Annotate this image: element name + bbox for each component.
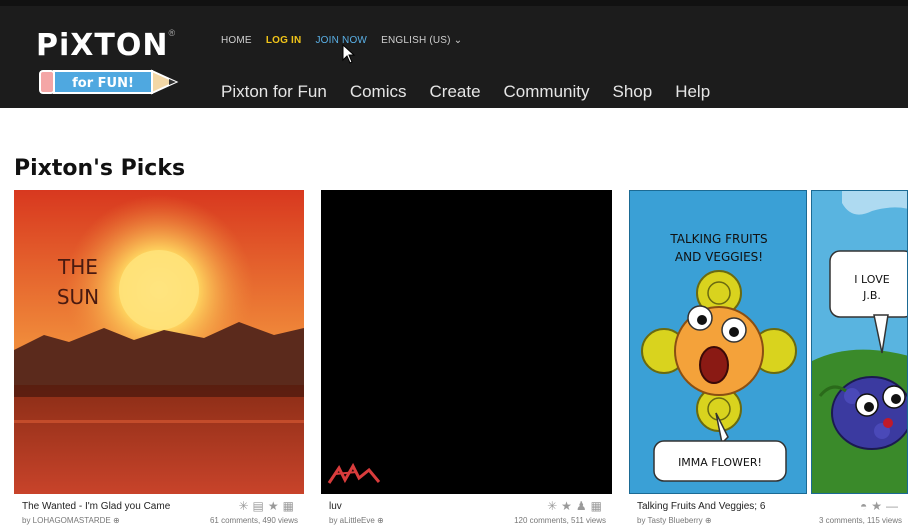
nav-help[interactable]: Help	[675, 82, 710, 102]
logo-registered: ®	[168, 28, 176, 38]
comic-author[interactable]: by Tasty Blueberry ⊕	[637, 516, 712, 525]
comic-author[interactable]: by aLittleEve ⊕	[329, 516, 384, 525]
comic-panel: TALKING FRUITS AND VEGGIES! IMMA FLOWER!	[629, 190, 807, 494]
comic-thumbnail[interactable]	[321, 190, 612, 494]
comic-thumbnail[interactable]: TALKING FRUITS AND VEGGIES! IMMA FLOWER!…	[629, 190, 908, 494]
star-icon[interactable]: ★	[561, 499, 576, 513]
dash-icon[interactable]: —	[886, 499, 902, 513]
comic-action-icons: ◓★—	[860, 499, 902, 513]
art-text-sun: SUN	[57, 285, 99, 309]
globe-icon[interactable]: ◓	[860, 499, 871, 513]
main-nav: Pixton for Fun Comics Create Community S…	[221, 82, 710, 102]
top-header: PiXTON® for FUN! HOME LOG IN JOIN NOW EN…	[0, 0, 908, 108]
comic-title[interactable]: Talking Fruits And Veggies; 6	[637, 501, 765, 512]
comic-card[interactable]: luv ✳★♟▦ by aLittleEve ⊕ 120 comments, 5…	[321, 190, 612, 529]
comic-panel: I LOVE J.B.	[811, 190, 908, 494]
comic-stats: 3 comments, 115 views	[819, 516, 902, 525]
nav-comics[interactable]: Comics	[350, 82, 407, 102]
comic-stats: 120 comments, 511 views	[514, 516, 606, 525]
nav-create[interactable]: Create	[430, 82, 481, 102]
grid-icon[interactable]: ▦	[283, 499, 298, 513]
comic-meta: Talking Fruits And Veggies; 6 ◓★— by Tas…	[629, 498, 908, 529]
comic-stats: 61 comments, 490 views	[209, 516, 298, 525]
pixton-logo[interactable]: PiXTON®	[36, 28, 175, 63]
nav-login-link[interactable]: LOG IN	[266, 35, 302, 46]
comic-meta: The Wanted - I'm Glad you Came ✳▤★▦ by L…	[14, 498, 304, 529]
comic-author[interactable]: by LOHAGOMASTARDE ⊕	[22, 516, 120, 525]
language-label: ENGLISH (US)	[381, 35, 451, 46]
sparkle-icon[interactable]: ✳	[547, 499, 561, 513]
art-bubble-flower: IMMA FLOWER!	[678, 456, 762, 469]
art-text-the: THE	[57, 255, 98, 279]
art-title-1: TALKING FRUITS	[669, 232, 767, 246]
nav-pixton-for-fun[interactable]: Pixton for Fun	[221, 82, 327, 102]
sunset-artwork: THE SUN	[14, 190, 304, 494]
nav-home-link[interactable]: HOME	[221, 35, 252, 46]
flower-artwork: TALKING FRUITS AND VEGGIES! IMMA FLOWER!	[641, 232, 797, 482]
pencil-logo-icon[interactable]: for FUN!	[36, 68, 181, 96]
sparkle-icon[interactable]: ✳	[238, 499, 252, 513]
comic-meta: luv ✳★♟▦ by aLittleEve ⊕ 120 comments, 5…	[321, 498, 612, 529]
mouse-cursor-icon	[342, 44, 356, 64]
comic-action-icons: ✳★♟▦	[547, 499, 606, 513]
art-title-2: AND VEGGIES!	[675, 250, 763, 264]
section-title: Pixton's Picks	[14, 156, 186, 181]
grid-icon[interactable]: ▦	[591, 499, 606, 513]
language-selector[interactable]: ENGLISH (US) ⌄	[381, 35, 462, 46]
blackberry-artwork: I LOVE J.B.	[812, 191, 907, 493]
nav-community[interactable]: Community	[504, 82, 590, 102]
logo-text: PiXTON	[36, 28, 169, 63]
logo-tagline: for FUN!	[72, 76, 134, 91]
nav-shop[interactable]: Shop	[613, 82, 653, 102]
star-icon[interactable]: ★	[871, 499, 886, 513]
comic-title[interactable]: The Wanted - I'm Glad you Came	[22, 501, 170, 512]
art-bubble-jb: J.B.	[862, 289, 881, 302]
comic-card[interactable]: THE SUN The Wanted - I'm Glad you Came ✳…	[14, 190, 304, 529]
document-icon[interactable]: ▤	[253, 499, 268, 513]
comic-action-icons: ✳▤★▦	[238, 499, 298, 513]
comic-title[interactable]: luv	[329, 501, 342, 512]
comic-thumbnail[interactable]: THE SUN	[14, 190, 304, 494]
person-icon[interactable]: ♟	[576, 499, 591, 513]
comic-card[interactable]: TALKING FRUITS AND VEGGIES! IMMA FLOWER!…	[629, 190, 908, 529]
star-icon[interactable]: ★	[268, 499, 283, 513]
chevron-down-icon: ⌄	[453, 35, 463, 46]
black-artwork	[321, 190, 612, 494]
art-bubble-love: I LOVE	[854, 273, 889, 286]
